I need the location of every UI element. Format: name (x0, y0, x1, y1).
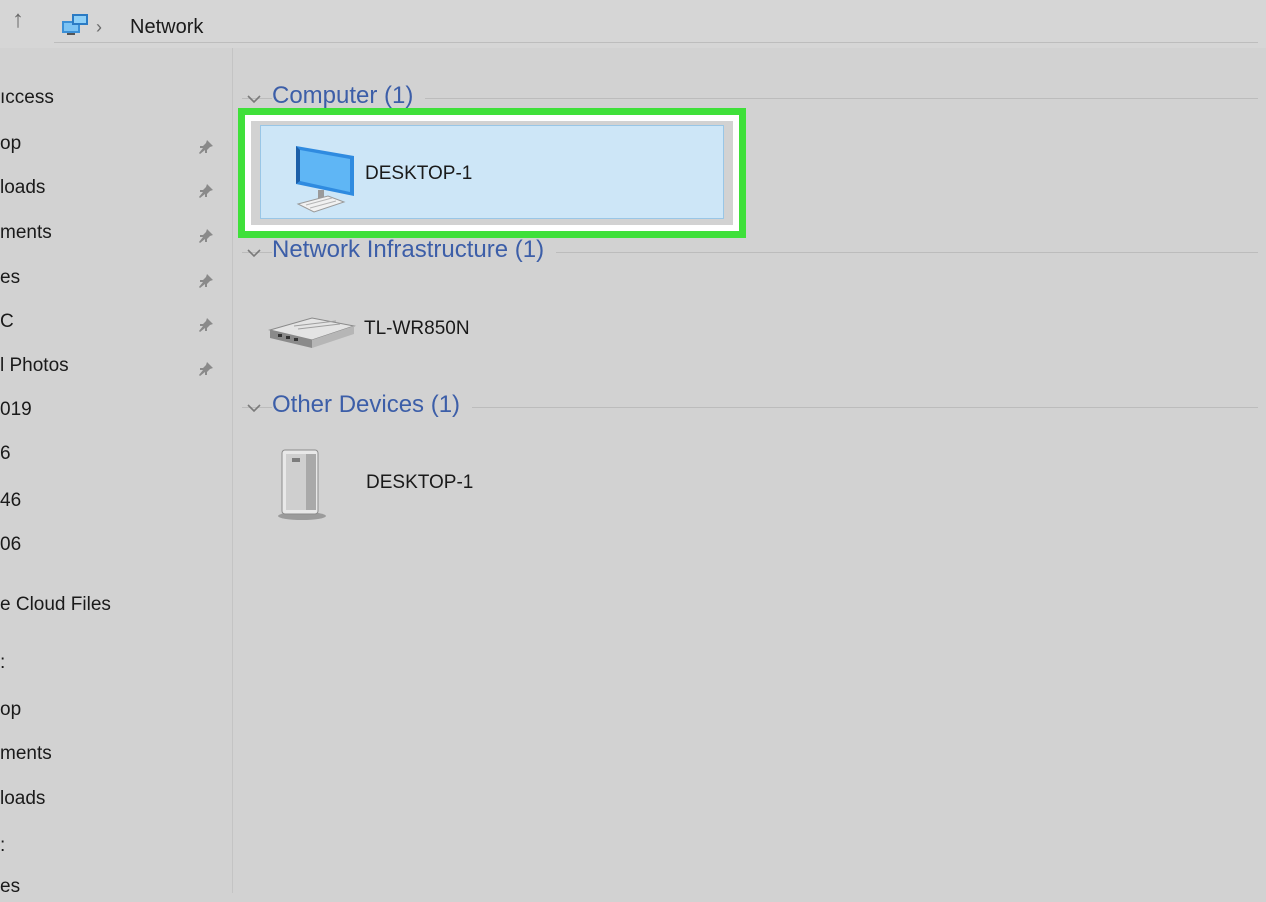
network-item-tl-wr850n[interactable]: TL-WR850N (264, 288, 564, 384)
nav-item-label: es (0, 876, 21, 897)
chevron-down-icon[interactable] (246, 240, 262, 258)
network-item-desktop-1-media[interactable]: DESKTOP-1 (274, 438, 574, 534)
content-pane: Computer (1) DESKTOP-1 Network Infrastru… (234, 48, 1266, 893)
nav-item-label: ments (0, 222, 52, 243)
group-title: Computer (1) (272, 82, 426, 110)
nav-item-label: 019 (0, 399, 32, 420)
address-bar: ↑ › Network (0, 0, 1266, 48)
nav-item[interactable]: C (0, 307, 233, 337)
pin-icon (197, 180, 215, 198)
group-title: Network Infrastructure (1) (272, 236, 557, 264)
nav-item-label: : (0, 835, 6, 856)
chevron-down-icon[interactable] (246, 395, 262, 413)
item-label: TL-WR850N (364, 318, 470, 339)
router-icon (264, 308, 356, 357)
nav-item-label: 06 (0, 534, 22, 555)
computer-monitor-icon (288, 136, 360, 221)
pin-icon (197, 136, 215, 154)
nav-item-label: l Photos (0, 355, 69, 376)
nav-item-label: ıccess (0, 87, 54, 108)
group-header-network-infrastructure[interactable]: Network Infrastructure (1) (242, 236, 1258, 270)
nav-item-label: op (0, 699, 22, 720)
nav-item-label: 6 (0, 443, 11, 464)
item-label: DESKTOP-1 (365, 163, 473, 184)
nav-item-label: ments (0, 743, 52, 764)
nav-item-label: : (0, 652, 6, 673)
nav-item-label: op (0, 133, 22, 154)
nav-item-label: C (0, 311, 14, 332)
pin-icon (197, 270, 215, 288)
navigation-pane: ıccess op loads ments es C l Photos 019 … (0, 48, 233, 897)
pin-icon (197, 225, 215, 243)
group-header-other-devices[interactable]: Other Devices (1) (242, 391, 1258, 425)
breadcrumb-network[interactable]: Network (130, 16, 203, 39)
nav-item[interactable]: op (0, 129, 233, 159)
network-icon (60, 11, 90, 42)
nav-item[interactable]: loads (0, 173, 233, 203)
chevron-down-icon[interactable] (246, 86, 262, 104)
pin-icon (197, 358, 215, 376)
network-item-desktop-1[interactable]: DESKTOP-1 (284, 128, 584, 224)
nav-item[interactable]: es (0, 263, 233, 293)
group-header-computer[interactable]: Computer (1) (242, 82, 1258, 116)
media-server-icon (276, 442, 330, 527)
nav-item-label: 46 (0, 490, 22, 511)
nav-item-label: es (0, 267, 21, 288)
nav-item-label: loads (0, 788, 46, 809)
nav-item[interactable]: ments (0, 218, 233, 248)
breadcrumb-separator: › (96, 17, 102, 37)
nav-item-label: loads (0, 177, 46, 198)
item-label: DESKTOP-1 (366, 472, 474, 493)
group-title: Other Devices (1) (272, 391, 473, 419)
pin-icon (197, 314, 215, 332)
address-field[interactable]: › Network (54, 7, 1258, 43)
nav-item-label: e Cloud Files (0, 594, 111, 615)
nav-item[interactable]: l Photos (0, 351, 233, 381)
up-arrow-icon[interactable]: ↑ (12, 6, 24, 34)
